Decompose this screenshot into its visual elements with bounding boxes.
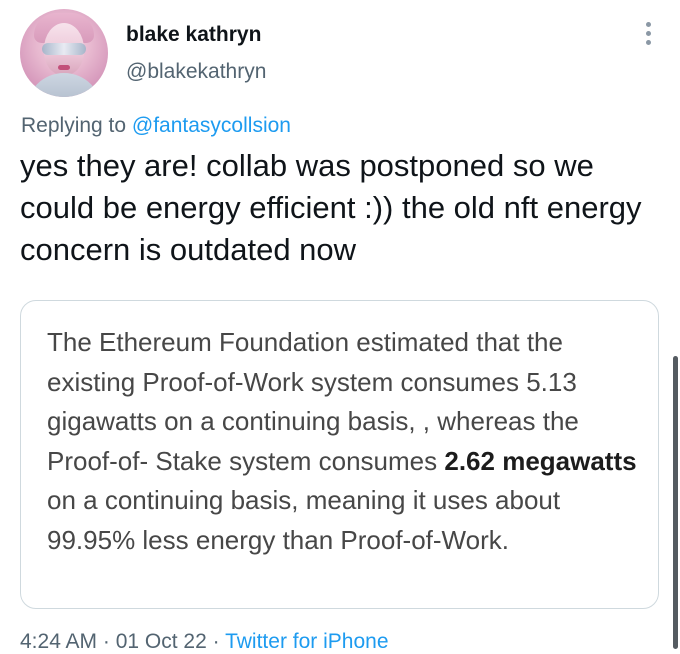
meta-separator: · [206, 630, 226, 653]
avatar-lips [58, 65, 70, 70]
quote-text-post: on a continuing basis, meaning it uses a… [47, 485, 561, 555]
avatar[interactable] [20, 9, 108, 97]
quote-text-bold: 2.62 megawatts [444, 445, 637, 476]
tweet-text: yes they are! collab was postponed so we… [20, 148, 642, 267]
replying-to-link[interactable]: @fantasycollsion [132, 114, 291, 137]
tweet-meta: 4:24 AM · 01 Oct 22 · Twitter for iPhone [20, 630, 389, 654]
quote-card-text: The Ethereum Foundation estimated that t… [47, 323, 637, 560]
replying-prefix: Replying to [21, 114, 132, 137]
scrollbar[interactable] [673, 356, 678, 649]
author-handle[interactable]: @blakekathryn [126, 60, 266, 84]
tweet-date[interactable]: 01 Oct 22 [116, 630, 207, 653]
tweet-time[interactable]: 4:24 AM [20, 630, 97, 653]
more-vertical-icon[interactable] [641, 22, 655, 50]
replying-to: Replying to @fantasycollsion [21, 114, 291, 138]
author-name[interactable]: blake kathryn [126, 23, 261, 47]
tweet-source-link[interactable]: Twitter for iPhone [225, 630, 388, 653]
meta-separator: · [97, 630, 116, 653]
quote-card[interactable]: The Ethereum Foundation estimated that t… [20, 300, 659, 609]
avatar-visor [42, 43, 86, 55]
avatar-shoulders [26, 73, 102, 97]
